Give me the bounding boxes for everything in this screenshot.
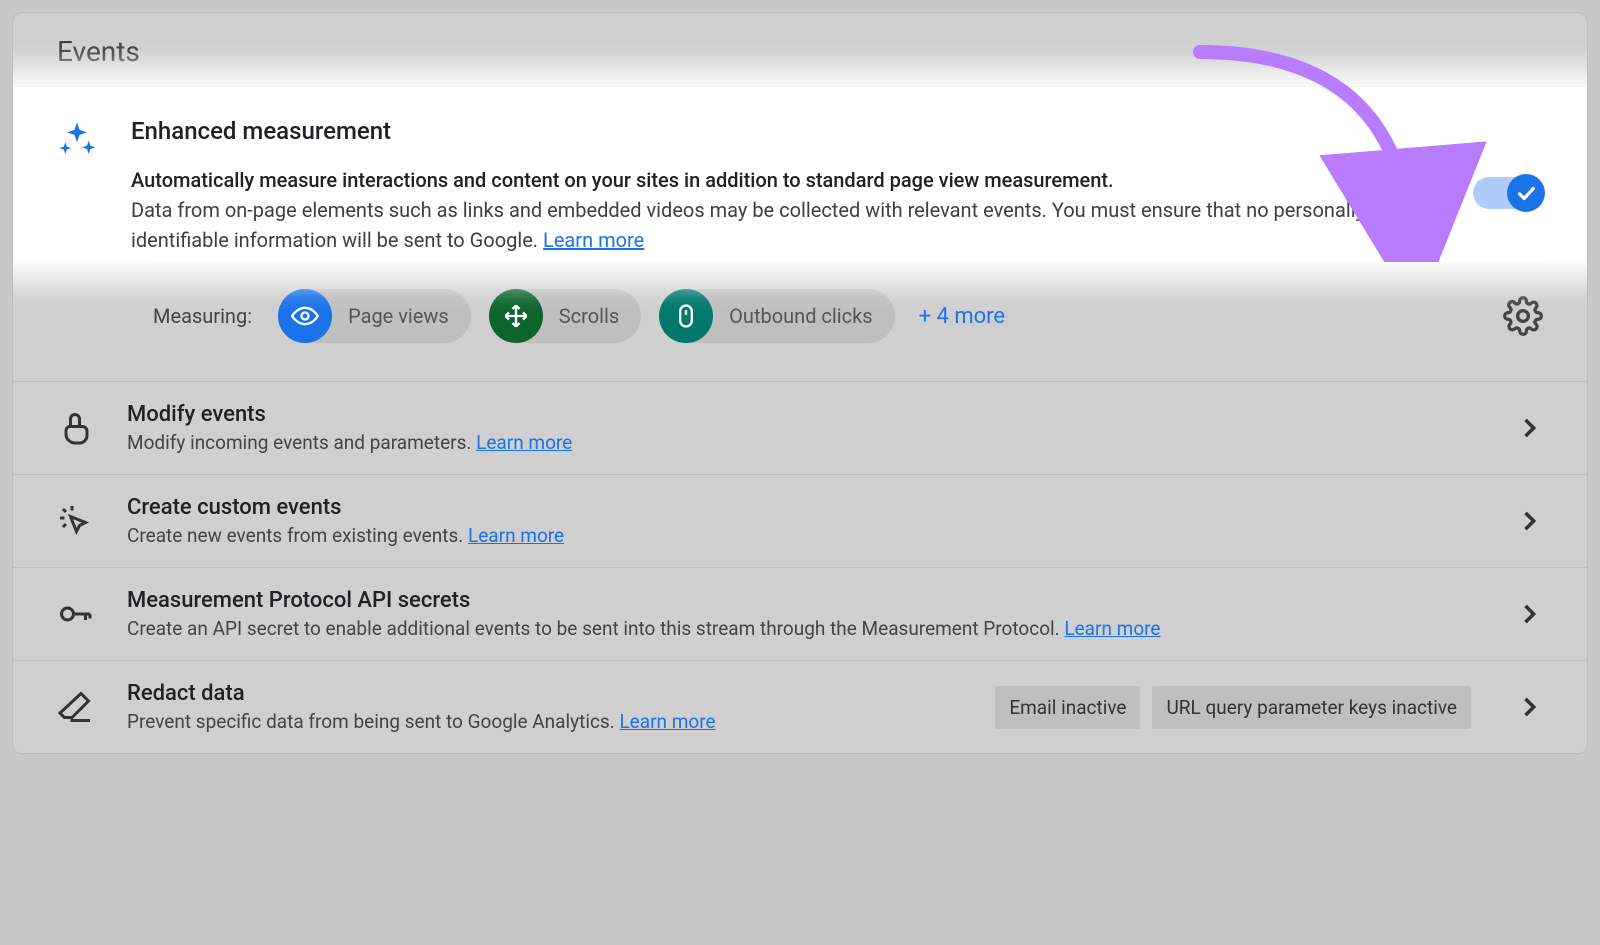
pill-label: Outbound clicks: [729, 304, 872, 328]
learn-more-link[interactable]: Learn more: [476, 431, 572, 454]
modify-events-row[interactable]: Modify events Modify incoming events and…: [13, 381, 1587, 474]
events-panel: Events Enhanced measurement Automaticall…: [12, 12, 1588, 754]
enhanced-measurement-toggle[interactable]: [1473, 177, 1543, 209]
mouse-icon: [659, 289, 713, 343]
chevron-right-icon: [1515, 693, 1543, 721]
learn-more-link[interactable]: Learn more: [1064, 617, 1160, 640]
pill-outbound-clicks[interactable]: Outbound clicks: [659, 289, 894, 343]
chevron-right-icon: [1515, 600, 1543, 628]
learn-more-link[interactable]: Learn more: [619, 710, 715, 733]
pill-label: Scrolls: [559, 304, 619, 328]
learn-more-link[interactable]: Learn more: [468, 524, 564, 547]
chevron-right-icon: [1515, 414, 1543, 442]
pill-scrolls[interactable]: Scrolls: [489, 289, 641, 343]
chevron-right-icon: [1515, 507, 1543, 535]
row-desc: Modify incoming events and parameters. L…: [127, 431, 1481, 454]
row-title: Measurement Protocol API secrets: [127, 588, 1481, 613]
enhanced-description: Automatically measure interactions and c…: [131, 165, 1409, 255]
row-desc: Create an API secret to enable additiona…: [127, 617, 1481, 640]
scroll-icon: [489, 289, 543, 343]
sparkle-icon: [57, 119, 97, 159]
more-events-link[interactable]: + 4 more: [919, 304, 1006, 329]
create-custom-events-row[interactable]: Create custom events Create new events f…: [13, 474, 1587, 567]
pill-page-views[interactable]: Page views: [278, 289, 471, 343]
pill-label: Page views: [348, 304, 449, 328]
row-desc: Prevent specific data from being sent to…: [127, 710, 961, 733]
cursor-click-icon: [57, 503, 93, 539]
status-badge: Email inactive: [995, 686, 1140, 729]
enhanced-measurement-section: Enhanced measurement Automatically measu…: [13, 87, 1587, 263]
enhanced-learn-more-link[interactable]: Learn more: [543, 228, 644, 252]
toggle-knob-on: [1507, 174, 1545, 212]
row-title: Create custom events: [127, 495, 1481, 520]
settings-button[interactable]: [1503, 296, 1543, 336]
eraser-icon: [57, 689, 93, 725]
enhanced-title: Enhanced measurement: [131, 117, 1409, 145]
redact-data-row[interactable]: Redact data Prevent specific data from b…: [13, 660, 1587, 753]
measurement-protocol-row[interactable]: Measurement Protocol API secrets Create …: [13, 567, 1587, 660]
status-badge: URL query parameter keys inactive: [1152, 686, 1471, 729]
key-icon: [57, 596, 93, 632]
row-title: Modify events: [127, 402, 1481, 427]
row-title: Redact data: [127, 681, 961, 706]
row-desc: Create new events from existing events. …: [127, 524, 1481, 547]
panel-title: Events: [13, 13, 1587, 86]
redact-badges: Email inactive URL query parameter keys …: [995, 686, 1471, 729]
eye-icon: [278, 289, 332, 343]
measuring-label: Measuring:: [153, 304, 252, 328]
measuring-row: Measuring: Page views Scrolls Outbound c…: [13, 264, 1587, 381]
touch-icon: [57, 410, 93, 446]
